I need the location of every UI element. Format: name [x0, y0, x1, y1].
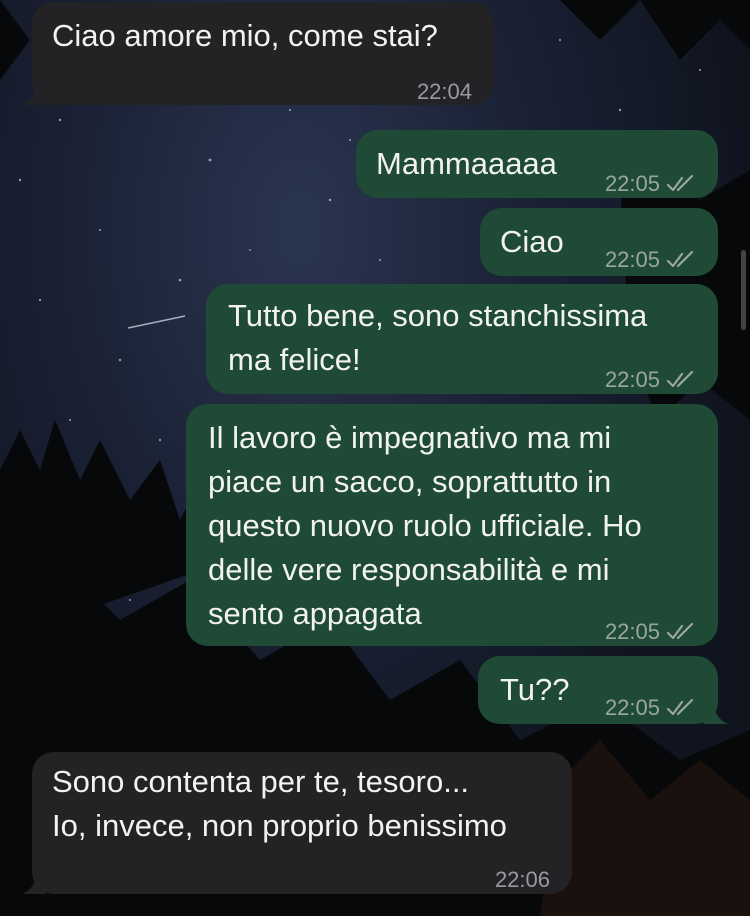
message-text-line: Sono contenta per te, tesoro...	[52, 764, 470, 799]
incoming-message-bubble[interactable]: Sono contenta per te, tesoro... Io, inve…	[22, 752, 572, 894]
message-text: Ciao	[500, 224, 564, 259]
time-label: 22:06	[494, 867, 550, 892]
message-timestamp: 22:06	[495, 858, 550, 902]
message-timestamp: 22:05	[605, 358, 696, 402]
message-text-line: questo nuovo ruolo ufficiale. Ho	[208, 508, 642, 543]
message-text-line: ma felice!	[228, 342, 361, 377]
outgoing-message-bubble[interactable]: Ciao 22:05	[480, 208, 718, 276]
double-check-icon	[666, 370, 694, 388]
time-label: 22:05	[604, 247, 660, 272]
message-text-line: piace un sacco, soprattutto in	[208, 464, 612, 499]
time-label: 22:05	[604, 171, 660, 196]
time-label: 22:04	[416, 79, 472, 104]
message-timestamp: 22:05	[605, 162, 696, 206]
bubble-tail-icon	[22, 83, 46, 105]
message-text-line: sento appagata	[208, 596, 422, 631]
message-text: Mammaaaaa	[376, 146, 557, 181]
incoming-message-bubble[interactable]: Ciao amore mio, come stai? 22:04	[22, 2, 494, 105]
outgoing-message-bubble[interactable]: Tu?? 22:05	[478, 656, 728, 724]
message-text-line: Io, invece, non proprio benissimo	[52, 808, 507, 843]
message-timestamp: 22:04	[417, 70, 472, 114]
time-label: 22:05	[604, 367, 660, 392]
outgoing-message-bubble[interactable]: Il lavoro è impegnativo ma mi piace un s…	[186, 404, 718, 646]
message-timestamp: 22:05	[605, 238, 696, 282]
message-text-line: Tutto bene, sono stanchissima	[228, 298, 648, 333]
outgoing-message-bubble[interactable]: Tutto bene, sono stanchissima ma felice!…	[206, 284, 718, 394]
bubble-tail-icon	[704, 702, 728, 724]
message-text-line: Il lavoro è impegnativo ma mi	[208, 420, 612, 455]
message-text: Ciao amore mio, come stai?	[52, 18, 438, 53]
time-label: 22:05	[604, 619, 660, 644]
message-timestamp: 22:05	[605, 686, 696, 730]
bubble-tail-icon	[22, 872, 46, 894]
outgoing-message-bubble[interactable]: Mammaaaaa 22:05	[356, 130, 718, 198]
time-label: 22:05	[604, 695, 660, 720]
double-check-icon	[666, 622, 694, 640]
message-text: Tu??	[500, 672, 570, 707]
message-timestamp: 22:05	[605, 610, 696, 654]
double-check-icon	[666, 250, 694, 268]
double-check-icon	[666, 698, 694, 716]
double-check-icon	[666, 174, 694, 192]
message-text-line: delle vere responsabilità e mi	[208, 552, 610, 587]
chat-scrollbar[interactable]	[741, 250, 746, 330]
